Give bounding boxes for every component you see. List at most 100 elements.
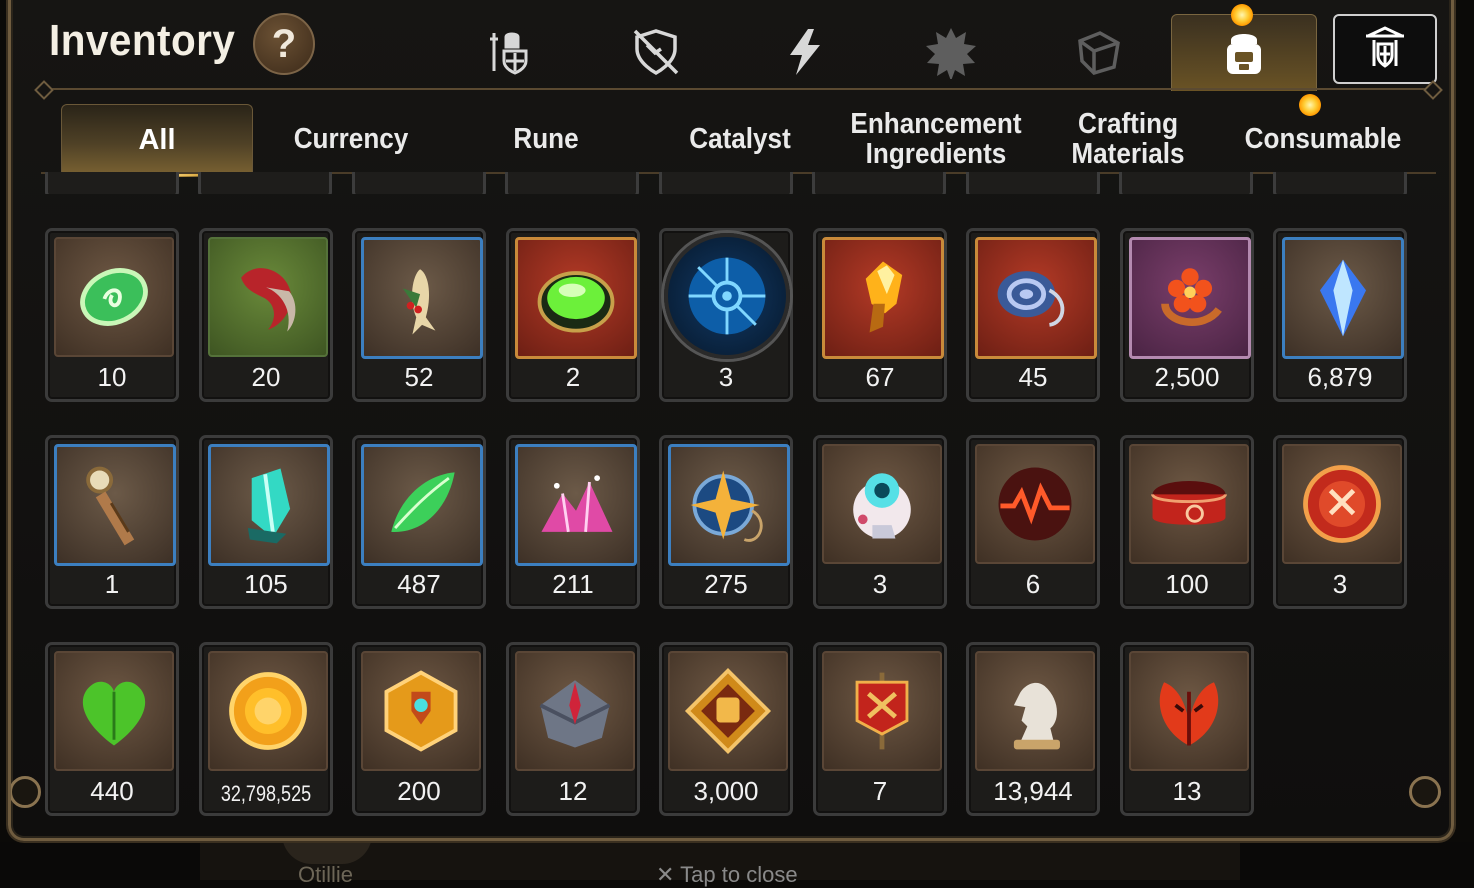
- item-slot[interactable]: 6: [966, 435, 1100, 609]
- item-slot[interactable]: 275: [659, 435, 793, 609]
- green-heart-icon: [54, 651, 174, 771]
- item-slot[interactable]: 32,798,525: [199, 642, 333, 816]
- red-band-icon: [1129, 444, 1249, 564]
- subtab-currency[interactable]: Currency: [266, 104, 437, 174]
- scrolled-row-remnant: [11, 172, 1451, 194]
- item-slot[interactable]: 3: [1273, 435, 1407, 609]
- blue-crystal-icon: [1282, 237, 1404, 359]
- item-slot[interactable]: 3: [813, 435, 947, 609]
- flower-ring-icon: [1129, 237, 1251, 359]
- item-quantity: 200: [397, 776, 441, 806]
- gold-hex-emblem-icon: [361, 651, 481, 771]
- item-quantity: 2,500: [1154, 362, 1220, 392]
- robot-pet-icon: [822, 444, 942, 564]
- tab-hero-armor[interactable]: [469, 18, 549, 86]
- item-quantity: 3: [872, 569, 888, 599]
- item-slot[interactable]: 211: [506, 435, 640, 609]
- item-slot[interactable]: 6,879: [1273, 228, 1407, 402]
- fist-emblem-icon: [668, 651, 788, 771]
- item-slot[interactable]: 12: [506, 642, 640, 816]
- tab-cube[interactable]: [1059, 18, 1139, 86]
- item-slot[interactable]: 45: [966, 228, 1100, 402]
- item-slot[interactable]: 3,000: [659, 642, 793, 816]
- tap-to-close-hint[interactable]: ✕ Tap to close: [656, 862, 798, 888]
- item-quantity: 105: [244, 569, 288, 599]
- page-title: Inventory: [49, 16, 236, 65]
- item-slot[interactable]: 1: [45, 435, 179, 609]
- tab-burst-emblem[interactable]: [911, 18, 991, 86]
- item-quantity: 12: [558, 776, 588, 806]
- item-slot[interactable]: [198, 172, 332, 194]
- item-quantity: 6: [1025, 569, 1041, 599]
- pendulum-icon: [54, 444, 176, 566]
- item-slot[interactable]: 7: [813, 642, 947, 816]
- item-slot[interactable]: 10: [45, 228, 179, 402]
- item-quantity: 52: [404, 362, 434, 392]
- green-rune-stone-icon: [54, 237, 174, 357]
- item-slot[interactable]: 3: [659, 228, 793, 402]
- subtab-all[interactable]: All: [61, 104, 253, 177]
- item-slot[interactable]: [45, 172, 179, 194]
- item-slot[interactable]: 200: [352, 642, 486, 816]
- tab-broken-shield[interactable]: [616, 18, 696, 86]
- frame-corner-ornament: [11, 776, 41, 808]
- item-slot[interactable]: 100: [1120, 435, 1254, 609]
- red-claw-icon: [208, 237, 328, 357]
- subtab-rune[interactable]: Rune: [461, 104, 632, 174]
- subtab-consumable[interactable]: Consumable: [1233, 104, 1413, 174]
- item-quantity: 1: [104, 569, 120, 599]
- item-slot[interactable]: 13: [1120, 642, 1254, 816]
- item-slot[interactable]: 20: [199, 228, 333, 402]
- item-slot[interactable]: 440: [45, 642, 179, 816]
- blue-rune-orb-icon: [664, 233, 790, 359]
- tab-lightning[interactable]: [765, 18, 845, 86]
- help-button[interactable]: ?: [253, 13, 315, 75]
- guild-shield-icon: [1366, 26, 1404, 68]
- item-quantity: 211: [552, 569, 594, 599]
- item-slot[interactable]: 52: [352, 228, 486, 402]
- gold-coin-icon: [208, 651, 328, 771]
- broken-shield-icon: [633, 29, 679, 75]
- item-slot[interactable]: [659, 172, 793, 194]
- green-gem-icon: [515, 237, 637, 359]
- item-slot[interactable]: [352, 172, 486, 194]
- war-banner-icon: [822, 651, 942, 771]
- item-slot[interactable]: [1119, 172, 1253, 194]
- item-quantity: 440: [90, 776, 134, 806]
- hero-armor-icon: [490, 32, 528, 75]
- item-quantity: 32,798,525: [220, 781, 312, 806]
- item-quantity: 10: [97, 362, 127, 392]
- item-quantity: 13: [1172, 776, 1202, 806]
- item-quantity: 2: [565, 362, 581, 392]
- frame-corner-ornament: [1409, 776, 1441, 808]
- item-quantity: 6,879: [1307, 362, 1373, 392]
- spiral-ornament-icon: [975, 237, 1097, 359]
- item-slot[interactable]: [505, 172, 639, 194]
- green-leaf-icon: [361, 444, 483, 566]
- backpack-icon: [1227, 34, 1261, 74]
- pink-crystal-pile-icon: [515, 444, 637, 566]
- item-slot[interactable]: [966, 172, 1100, 194]
- character-name: Otillie: [298, 862, 354, 887]
- star-compass-icon: [668, 444, 790, 566]
- item-slot[interactable]: 2: [506, 228, 640, 402]
- new-item-indicator: [1299, 94, 1321, 116]
- subtab-catalyst[interactable]: Catalyst: [655, 104, 826, 174]
- item-slot[interactable]: 2,500: [1120, 228, 1254, 402]
- stone-compass-icon: [515, 651, 635, 771]
- subtab-enhancement-ingredients[interactable]: Enhancement Ingredients: [849, 104, 1024, 174]
- item-quantity: 100: [1165, 569, 1209, 599]
- item-slot[interactable]: [1273, 172, 1407, 194]
- tab-guild-shield[interactable]: [1333, 14, 1437, 84]
- chess-knight-icon: [975, 651, 1095, 771]
- red-heartbeat-orb-icon: [975, 444, 1095, 564]
- item-slot[interactable]: [812, 172, 946, 194]
- item-slot[interactable]: 487: [352, 435, 486, 609]
- item-slot[interactable]: 67: [813, 228, 947, 402]
- header-divider: [41, 88, 1436, 90]
- item-slot[interactable]: 105: [199, 435, 333, 609]
- cube-icon: [1078, 31, 1120, 75]
- lightning-icon: [790, 29, 820, 75]
- subtab-crafting-materials[interactable]: Crafting Materials: [1043, 104, 1214, 174]
- item-slot[interactable]: 13,944: [966, 642, 1100, 816]
